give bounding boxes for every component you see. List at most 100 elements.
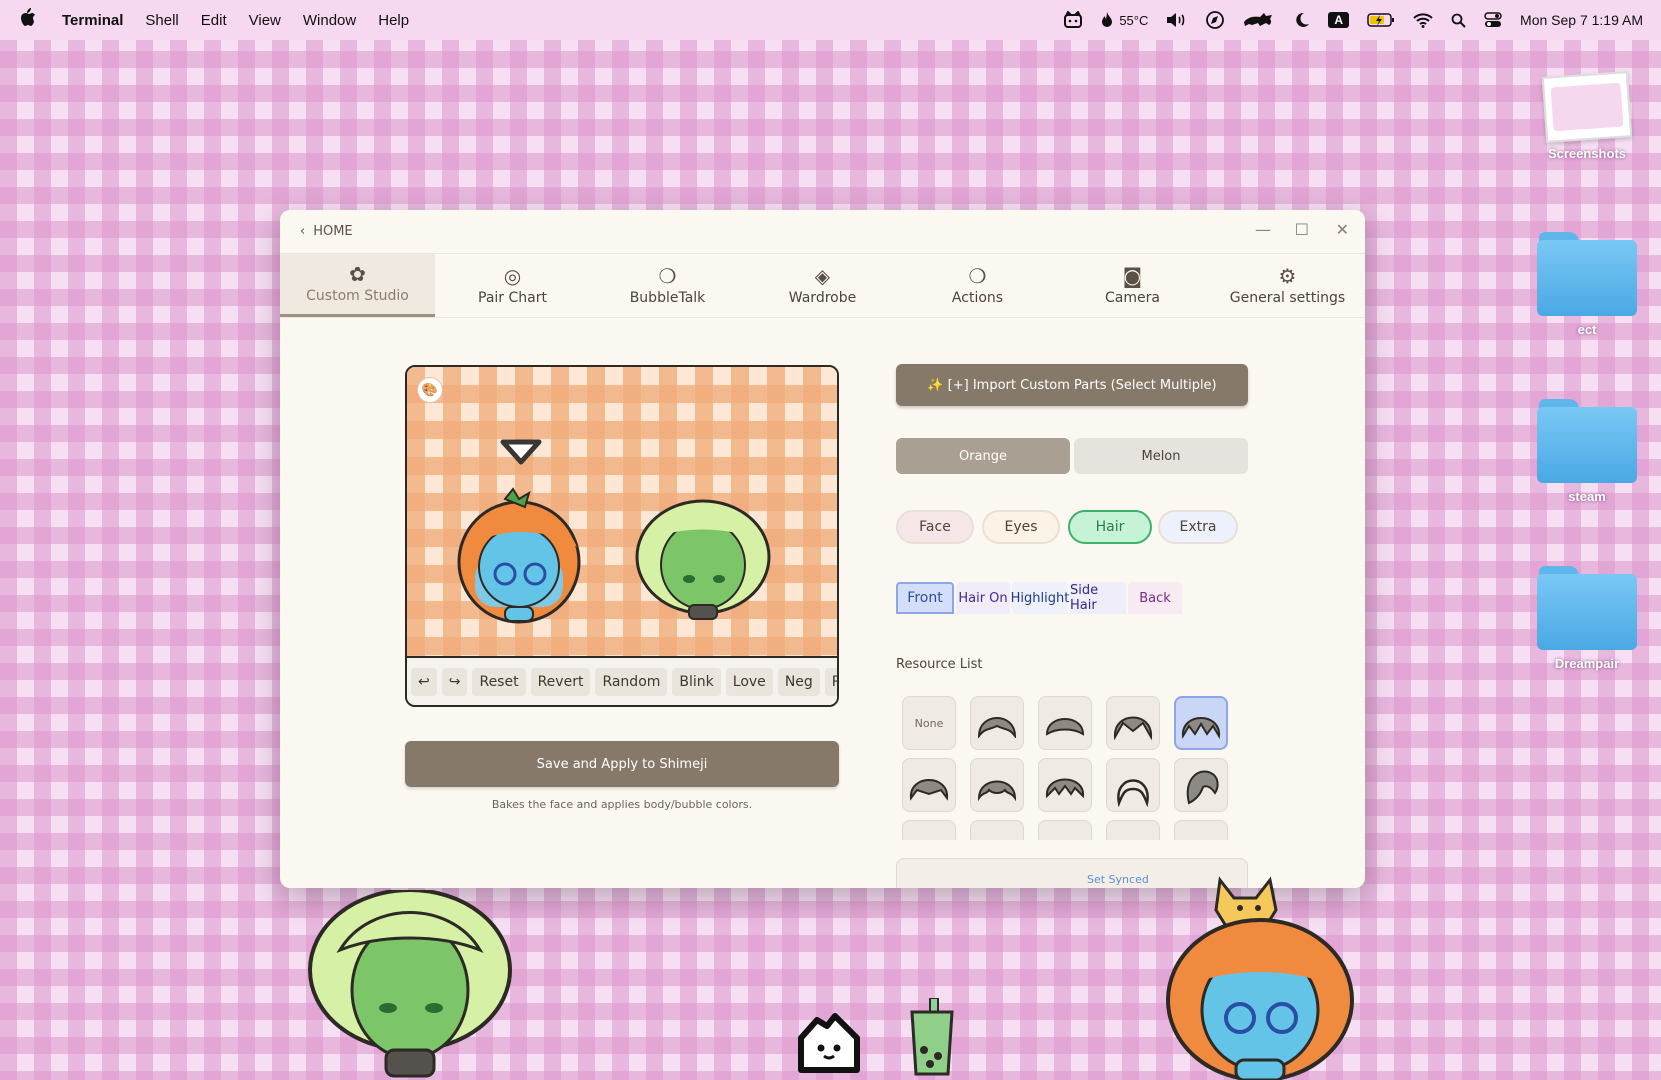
set-synced-link[interactable]: Set Synced (1087, 873, 1149, 886)
resource-item[interactable] (1174, 758, 1228, 812)
control-center-icon[interactable] (1484, 12, 1502, 28)
tab-wardrobe[interactable]: ◈ Wardrobe (745, 254, 900, 317)
folder-icon (1537, 399, 1637, 483)
moon-icon[interactable] (1294, 12, 1310, 28)
running-cat-icon[interactable] (1242, 12, 1276, 28)
menu-shell[interactable]: Shell (145, 12, 178, 29)
tab-general-settings[interactable]: ⚙ General settings (1210, 254, 1365, 317)
tab-label: Pair Chart (478, 289, 547, 306)
resource-item[interactable] (1038, 758, 1092, 812)
close-icon[interactable]: ✕ (1336, 220, 1349, 239)
save-apply-button[interactable]: Save and Apply to Shimeji (405, 741, 839, 787)
minimize-icon[interactable]: — (1255, 220, 1271, 239)
orange-character (457, 487, 581, 624)
camera-icon: ◙ (1122, 263, 1143, 288)
pair-orange-button[interactable]: Orange (896, 438, 1070, 474)
tab-label: BubbleTalk (629, 289, 706, 306)
menu-edit[interactable]: Edit (201, 12, 227, 29)
tab-camera[interactable]: ◙ Camera (1055, 254, 1210, 317)
desktop-icon-label: Dreampair (1554, 656, 1620, 671)
pair-melon-button[interactable]: Melon (1074, 438, 1248, 474)
resource-item[interactable] (970, 820, 1024, 840)
neg-button[interactable]: Neg (777, 667, 820, 696)
house-buddy-shimeji[interactable] (795, 1012, 865, 1074)
menu-window[interactable]: Window (303, 12, 356, 29)
melon-character (635, 499, 771, 620)
menu-help[interactable]: Help (378, 12, 409, 29)
tab-actions[interactable]: ❍ Actions (900, 254, 1055, 317)
apple-icon[interactable] (20, 8, 50, 32)
hair-part-icon (975, 832, 1019, 840)
desktop-icon-steam[interactable]: steam (1527, 399, 1647, 504)
subtab-highlight[interactable]: Highlight (1011, 582, 1069, 614)
redo-button[interactable]: ↪ (441, 667, 468, 696)
preview-canvas[interactable]: 🎨 (407, 367, 837, 656)
category-hair-button[interactable]: Hair (1068, 510, 1152, 544)
import-custom-parts-button[interactable]: ✨ [+] Import Custom Parts (Select Multip… (896, 364, 1248, 406)
tab-bubbletalk[interactable]: ❍ BubbleTalk (590, 254, 745, 317)
maximize-icon[interactable]: ☐ (1295, 220, 1309, 239)
volume-icon[interactable] (1166, 12, 1188, 28)
wifi-icon[interactable] (1413, 12, 1433, 28)
resource-item[interactable] (1106, 758, 1160, 812)
subtab-side-hair[interactable]: Side Hair (1070, 582, 1126, 614)
hair-part-icon (1045, 778, 1085, 799)
category-face-button[interactable]: Face (896, 510, 974, 544)
undo-button[interactable]: ↩ (411, 667, 437, 696)
love-button[interactable]: Love (725, 667, 773, 696)
redo-icon: ↪ (448, 673, 461, 690)
resource-item[interactable] (1174, 820, 1228, 840)
resource-item[interactable] (1038, 820, 1092, 840)
hair-part-icon (1043, 832, 1087, 840)
menubar-clock[interactable]: Mon Sep 7 1:19 AM (1520, 12, 1643, 28)
resource-item[interactable] (902, 758, 956, 812)
subtab-back[interactable]: Back (1128, 582, 1182, 614)
window-titlebar: ‹ HOME — ☐ ✕ (280, 210, 1365, 254)
reset-button[interactable]: Reset (472, 667, 526, 696)
random-button[interactable]: Random (595, 667, 668, 696)
revert-button[interactable]: Revert (530, 667, 591, 696)
melon-shimeji[interactable] (300, 890, 520, 1080)
menu-view[interactable]: View (249, 12, 281, 29)
orange-shimeji[interactable] (1160, 870, 1360, 1080)
wardrobe-icon: ◈ (814, 263, 831, 288)
hair-part-icon (1113, 716, 1153, 741)
tab-custom-studio[interactable]: ✿ Custom Studio (280, 254, 435, 317)
hair-part-icon (1045, 718, 1085, 736)
blink-button[interactable]: Blink (672, 667, 721, 696)
resource-item-none[interactable]: None (902, 696, 956, 750)
tab-label: Wardrobe (788, 289, 857, 306)
resource-item[interactable] (1106, 696, 1160, 750)
tab-pair-chart[interactable]: ◎ Pair Chart (435, 254, 590, 317)
temperature-indicator[interactable]: 55°C (1101, 12, 1148, 28)
resource-item[interactable] (1106, 820, 1160, 840)
resource-item[interactable] (902, 820, 956, 840)
battery-icon[interactable] (1367, 13, 1395, 27)
home-back-button[interactable]: ‹ HOME (300, 224, 353, 239)
chevron-left-icon: ‹ (300, 224, 306, 239)
bubble-tea-shimeji[interactable] (904, 998, 960, 1078)
desktop-icon-screenshots[interactable]: Screenshots (1527, 71, 1647, 161)
resource-item[interactable] (970, 696, 1024, 750)
cat-face-icon[interactable] (1063, 11, 1083, 29)
menu-app-name[interactable]: Terminal (62, 12, 123, 29)
desktop-icon-dreampair[interactable]: Dreampair (1527, 566, 1647, 671)
category-eyes-button[interactable]: Eyes (982, 510, 1060, 544)
resource-item[interactable] (1038, 696, 1092, 750)
resource-item[interactable] (970, 758, 1024, 812)
subtab-front[interactable]: Front (896, 582, 954, 614)
character-preview: 🎨 ↩ ↪ Reset Revert Random Blink Love Neg… (405, 365, 839, 707)
folder-icon (1537, 566, 1637, 650)
category-extra-button[interactable]: Extra (1158, 510, 1238, 544)
desktop-icon-ect[interactable]: ect (1527, 232, 1647, 337)
tab-label: Camera (1105, 289, 1160, 306)
subtab-hair-on[interactable]: Hair On (956, 582, 1010, 614)
pos-button[interactable]: Pos (824, 667, 837, 696)
custom-studio-window: ‹ HOME — ☐ ✕ ✿ Custom Studio ◎ Pair Char… (280, 210, 1365, 888)
search-icon[interactable] (1451, 13, 1466, 28)
resource-item-selected[interactable] (1174, 696, 1228, 750)
gear-icon: ⚙ (1278, 263, 1297, 288)
hair-part-icon (1181, 717, 1221, 740)
input-source-badge[interactable]: A (1328, 12, 1350, 28)
compass-icon[interactable] (1206, 11, 1225, 29)
